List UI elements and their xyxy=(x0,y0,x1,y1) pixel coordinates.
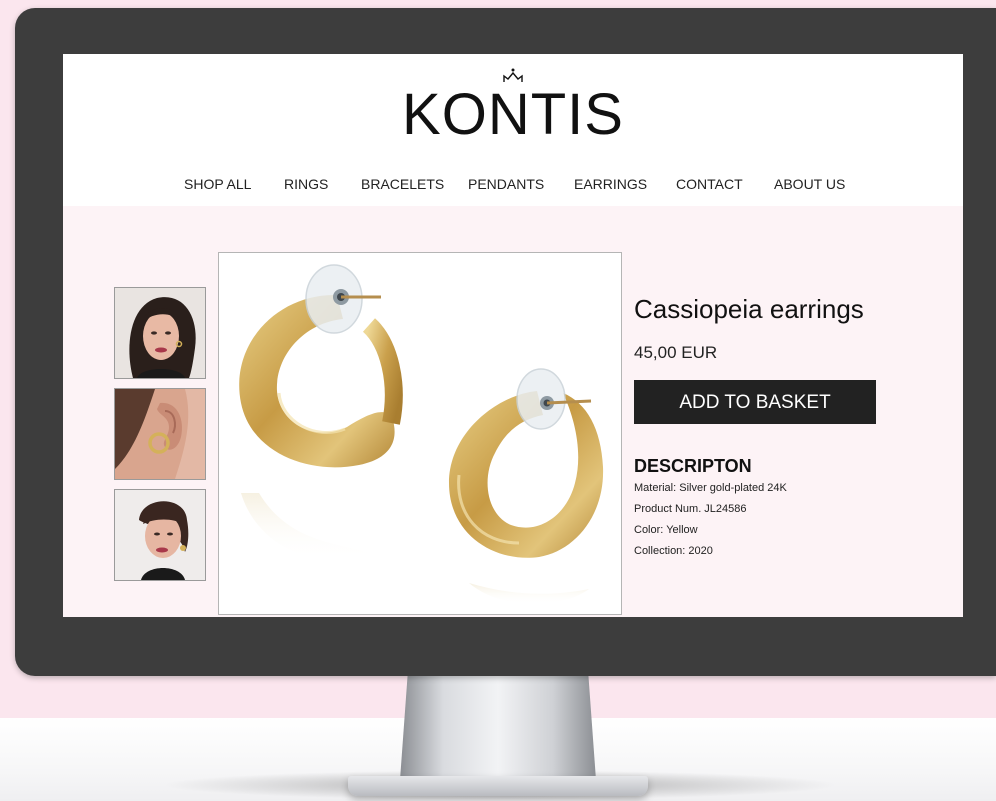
thumbnail-model-side[interactable] xyxy=(114,489,206,581)
ear-closeup-photo xyxy=(115,389,205,479)
nav-item-bracelets[interactable]: BRACELETS xyxy=(361,176,444,192)
monitor-screen: KONTIS SHOP ALL RINGS BRACELETS PENDANTS… xyxy=(63,54,963,617)
model-side-photo xyxy=(115,490,205,580)
nav-item-pendants[interactable]: PENDANTS xyxy=(468,176,544,192)
description-color: Color: Yellow xyxy=(634,524,698,536)
nav-item-about-us[interactable]: ABOUT US xyxy=(774,176,845,192)
thumbnail-ear-closeup[interactable] xyxy=(114,388,206,480)
main-navigation: SHOP ALL RINGS BRACELETS PENDANTS EARRIN… xyxy=(63,176,963,198)
description-product-number: Product Num. JL24586 xyxy=(634,503,747,515)
thumbnail-model-front[interactable] xyxy=(114,287,206,379)
nav-item-earrings[interactable]: EARRINGS xyxy=(574,176,647,192)
product-title: Cassiopeia earrings xyxy=(634,294,864,324)
brand-logo-text: KONTIS xyxy=(402,82,624,147)
add-to-basket-button[interactable]: ADD TO BASKET xyxy=(634,380,876,424)
brand-logo[interactable]: KONTIS xyxy=(363,66,663,147)
description-material: Material: Silver gold-plated 24K xyxy=(634,482,787,494)
main-product-image[interactable] xyxy=(218,252,622,615)
description-collection: Collection: 2020 xyxy=(634,545,713,557)
description-heading: DESCRIPTON xyxy=(634,456,752,476)
gold-hoop-earrings-photo xyxy=(219,253,621,614)
nav-item-shop-all[interactable]: SHOP ALL xyxy=(184,176,251,192)
site-header: KONTIS SHOP ALL RINGS BRACELETS PENDANTS… xyxy=(63,54,963,206)
product-section: Cassiopeia earrings 45,00 EUR ADD TO BAS… xyxy=(63,206,963,617)
monitor-stand-neck xyxy=(400,672,596,780)
nav-item-rings[interactable]: RINGS xyxy=(284,176,328,192)
monitor-stand-base xyxy=(348,776,648,796)
product-price: 45,00 EUR xyxy=(634,343,718,362)
nav-item-contact[interactable]: CONTACT xyxy=(676,176,743,192)
model-front-photo xyxy=(115,288,205,378)
